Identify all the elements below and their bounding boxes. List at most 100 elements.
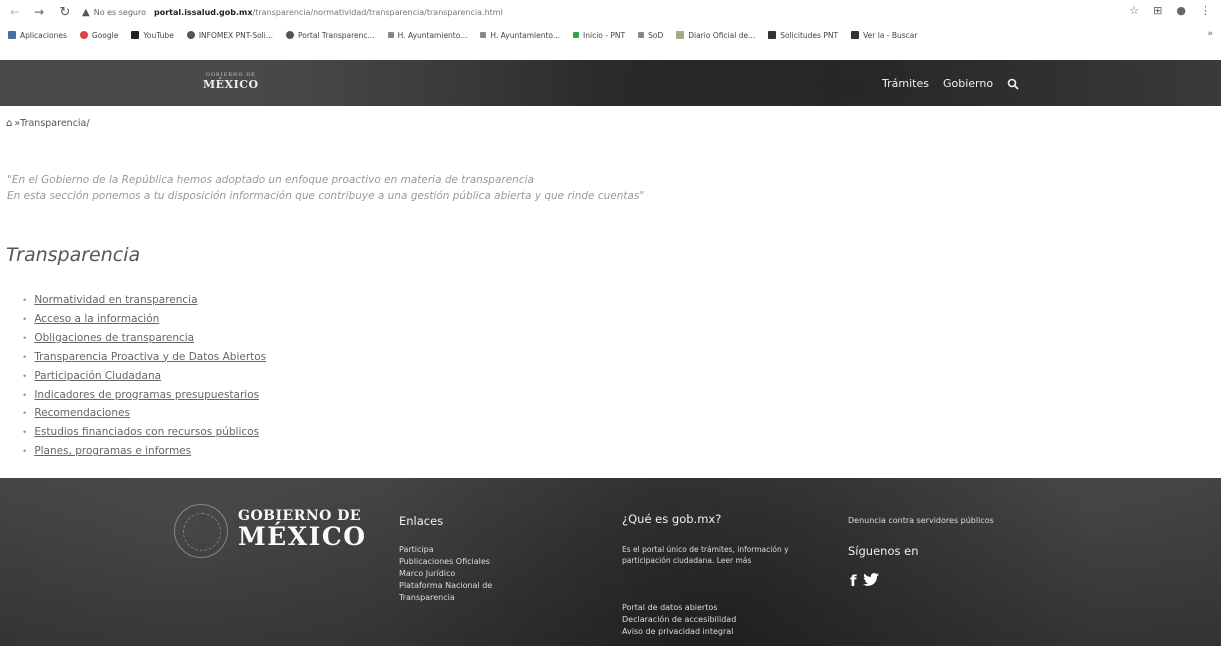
footer-link-participa[interactable]: Participa bbox=[399, 545, 434, 554]
twitter-icon[interactable] bbox=[862, 571, 879, 590]
link-indicadores[interactable]: Indicadores de programas presupuestarios bbox=[34, 389, 259, 401]
nav-tramites[interactable]: Trámites bbox=[882, 77, 929, 90]
gobmx-links: Portal de datos abiertos Declaración de … bbox=[622, 602, 736, 638]
not-secure-warning-icon: ▲ bbox=[82, 6, 90, 18]
link-acceso-informacion[interactable]: Acceso a la información bbox=[34, 313, 159, 325]
dot-icon bbox=[480, 32, 487, 38]
link-obligaciones[interactable]: Obligaciones de transparencia bbox=[34, 332, 194, 344]
dark-icon bbox=[851, 31, 860, 39]
bookmark-label: H. Ayuntamiento... bbox=[490, 30, 561, 40]
list-item: Acceso a la información bbox=[22, 311, 266, 330]
list-item: Transparencia Proactiva y de Datos Abier… bbox=[22, 349, 266, 368]
government-seal-icon bbox=[174, 504, 228, 558]
bookmarks-bar: Aplicaciones Google YouTube INFOMEX PNT-… bbox=[0, 26, 1221, 44]
list-item: Participación Ciudadana bbox=[22, 368, 266, 387]
footer-logo-line2: MÉXICO bbox=[238, 522, 367, 551]
bookmark-sod[interactable]: SoD bbox=[638, 31, 663, 40]
grid-icon bbox=[8, 31, 16, 39]
footer: GOBIERNO DE MÉXICO Enlaces Participa Pub… bbox=[0, 478, 1221, 646]
bookmark-label: YouTube bbox=[143, 30, 174, 40]
bookmark-youtube[interactable]: YouTube bbox=[131, 31, 174, 40]
page-title: Transparencia bbox=[6, 244, 141, 266]
link-planes[interactable]: Planes, programas e informes bbox=[34, 445, 191, 457]
header-logo-big: MÉXICO bbox=[203, 78, 259, 91]
header-logo[interactable]: GOBIERNO DE MÉXICO bbox=[203, 72, 259, 91]
link-participacion[interactable]: Participación Ciudadana bbox=[34, 370, 161, 382]
bookmark-ayuntamiento-1[interactable]: H. Ayuntamiento... bbox=[387, 31, 467, 40]
extension-icon[interactable]: ⊞ bbox=[1153, 4, 1162, 17]
reload-icon[interactable]: ↻ bbox=[56, 5, 74, 20]
list-item: Publicaciones Oficiales bbox=[399, 556, 539, 568]
social-links: f bbox=[850, 571, 879, 590]
url-path: /transparencia/normatividad/transparenci… bbox=[252, 7, 503, 17]
bookmark-diario-oficial[interactable]: Diario Oficial de... bbox=[676, 31, 755, 40]
link-transparencia-proactiva[interactable]: Transparencia Proactiva y de Datos Abier… bbox=[34, 351, 266, 363]
link-normatividad[interactable]: Normatividad en transparencia bbox=[34, 294, 197, 306]
link-recomendaciones[interactable]: Recomendaciones bbox=[34, 407, 130, 419]
bookmark-label: Diario Oficial de... bbox=[688, 30, 756, 40]
menu-kebab-icon[interactable]: ⋮ bbox=[1200, 4, 1211, 17]
bookmark-portal-transparencia[interactable]: Portal Transparenc... bbox=[286, 31, 375, 40]
toolbar-actions: ☆ ⊞ ● ⋮ bbox=[1129, 4, 1211, 17]
home-icon[interactable]: ⌂ bbox=[6, 118, 12, 129]
search-icon[interactable] bbox=[1007, 78, 1019, 90]
bookmark-ver-la-buscar[interactable]: Ver la - Buscar bbox=[851, 31, 917, 40]
dark-icon bbox=[768, 31, 777, 39]
enlaces-list: Participa Publicaciones Oficiales Marco … bbox=[399, 544, 539, 604]
footer-link-privacidad[interactable]: Aviso de privacidad integral bbox=[622, 627, 733, 636]
footer-link-marco-juridico[interactable]: Marco Jurídico bbox=[399, 569, 455, 578]
nav-gobierno[interactable]: Gobierno bbox=[943, 77, 993, 90]
transparency-links: Normatividad en transparencia Acceso a l… bbox=[22, 292, 266, 462]
bookmark-label: Inicio - PNT bbox=[583, 30, 626, 40]
url-host: portal.issalud.gob.mx bbox=[154, 7, 253, 17]
denuncia-link[interactable]: Denuncia contra servidores públicos bbox=[848, 516, 994, 525]
bookmark-star-icon[interactable]: ☆ bbox=[1129, 4, 1139, 17]
link-estudios[interactable]: Estudios financiados con recursos públic… bbox=[34, 426, 259, 438]
bookmark-solicitudes-pnt[interactable]: Solicitudes PNT bbox=[768, 31, 838, 40]
list-item: Aviso de privacidad integral bbox=[622, 626, 736, 638]
footer-logo[interactable]: GOBIERNO DE MÉXICO bbox=[238, 508, 367, 550]
bookmark-label: Solicitudes PNT bbox=[780, 30, 839, 40]
bookmark-ayuntamiento-2[interactable]: H. Ayuntamiento... bbox=[480, 31, 560, 40]
list-item: Plataforma Nacional de Transparencia bbox=[399, 580, 539, 604]
bookmark-label: SoD bbox=[648, 30, 664, 40]
footer-link-plataforma[interactable]: Plataforma Nacional de Transparencia bbox=[399, 581, 492, 602]
footer-link-publicaciones[interactable]: Publicaciones Oficiales bbox=[399, 557, 490, 566]
list-item: Normatividad en transparencia bbox=[22, 292, 266, 311]
siguenos-heading: Síguenos en bbox=[848, 544, 919, 558]
dot-icon bbox=[387, 32, 394, 38]
gobmx-heading: ¿Qué es gob.mx? bbox=[622, 512, 722, 526]
nav-icon bbox=[573, 32, 580, 38]
header-nav: Trámites Gobierno bbox=[882, 77, 1019, 90]
list-item: Declaración de accesibilidad bbox=[622, 614, 736, 626]
list-item: Estudios financiados con recursos públic… bbox=[22, 424, 266, 443]
address-bar[interactable]: ▲ No es seguro portal.issalud.gob.mx /tr… bbox=[82, 3, 1002, 21]
gov-header: GOBIERNO DE MÉXICO Trámites Gobierno bbox=[0, 60, 1221, 106]
bookmark-infomex[interactable]: INFOMEX PNT-Soli... bbox=[186, 30, 273, 40]
list-item: Participa bbox=[399, 544, 539, 556]
bookmark-google[interactable]: Google bbox=[79, 31, 118, 40]
facebook-icon[interactable]: f bbox=[850, 572, 857, 590]
intro-line-1: "En el Gobierno de la República hemos ad… bbox=[7, 174, 534, 186]
bookmark-label: Aplicaciones bbox=[20, 30, 67, 40]
bookmarks-overflow-icon[interactable]: » bbox=[1207, 29, 1213, 39]
back-arrow-icon[interactable]: ← bbox=[6, 5, 24, 19]
star-icon bbox=[676, 31, 685, 39]
globe-icon bbox=[286, 31, 294, 39]
list-item: Recomendaciones bbox=[22, 405, 266, 424]
forward-arrow-icon[interactable]: → bbox=[30, 5, 48, 19]
globe-icon bbox=[186, 31, 195, 39]
footer-link-accesibilidad[interactable]: Declaración de accesibilidad bbox=[622, 615, 736, 624]
dot-icon bbox=[638, 32, 645, 38]
bookmark-label: INFOMEX PNT-Soli... bbox=[198, 30, 273, 40]
list-item: Obligaciones de transparencia bbox=[22, 330, 266, 349]
bookmark-label: Ver la - Buscar bbox=[863, 30, 918, 40]
bookmark-inicio-pnt[interactable]: Inicio - PNT bbox=[573, 31, 625, 40]
profile-icon[interactable]: ● bbox=[1176, 4, 1186, 17]
list-item: Portal de datos abiertos bbox=[622, 602, 736, 614]
footer-link-datos-abiertos[interactable]: Portal de datos abiertos bbox=[622, 603, 717, 612]
not-secure-label: No es seguro bbox=[93, 7, 147, 17]
bookmark-label: Portal Transparenc... bbox=[298, 30, 375, 40]
bookmark-apps[interactable]: Aplicaciones bbox=[8, 31, 67, 40]
browser-toolbar: ← → ↻ ▲ No es seguro portal.issalud.gob.… bbox=[0, 0, 1221, 24]
